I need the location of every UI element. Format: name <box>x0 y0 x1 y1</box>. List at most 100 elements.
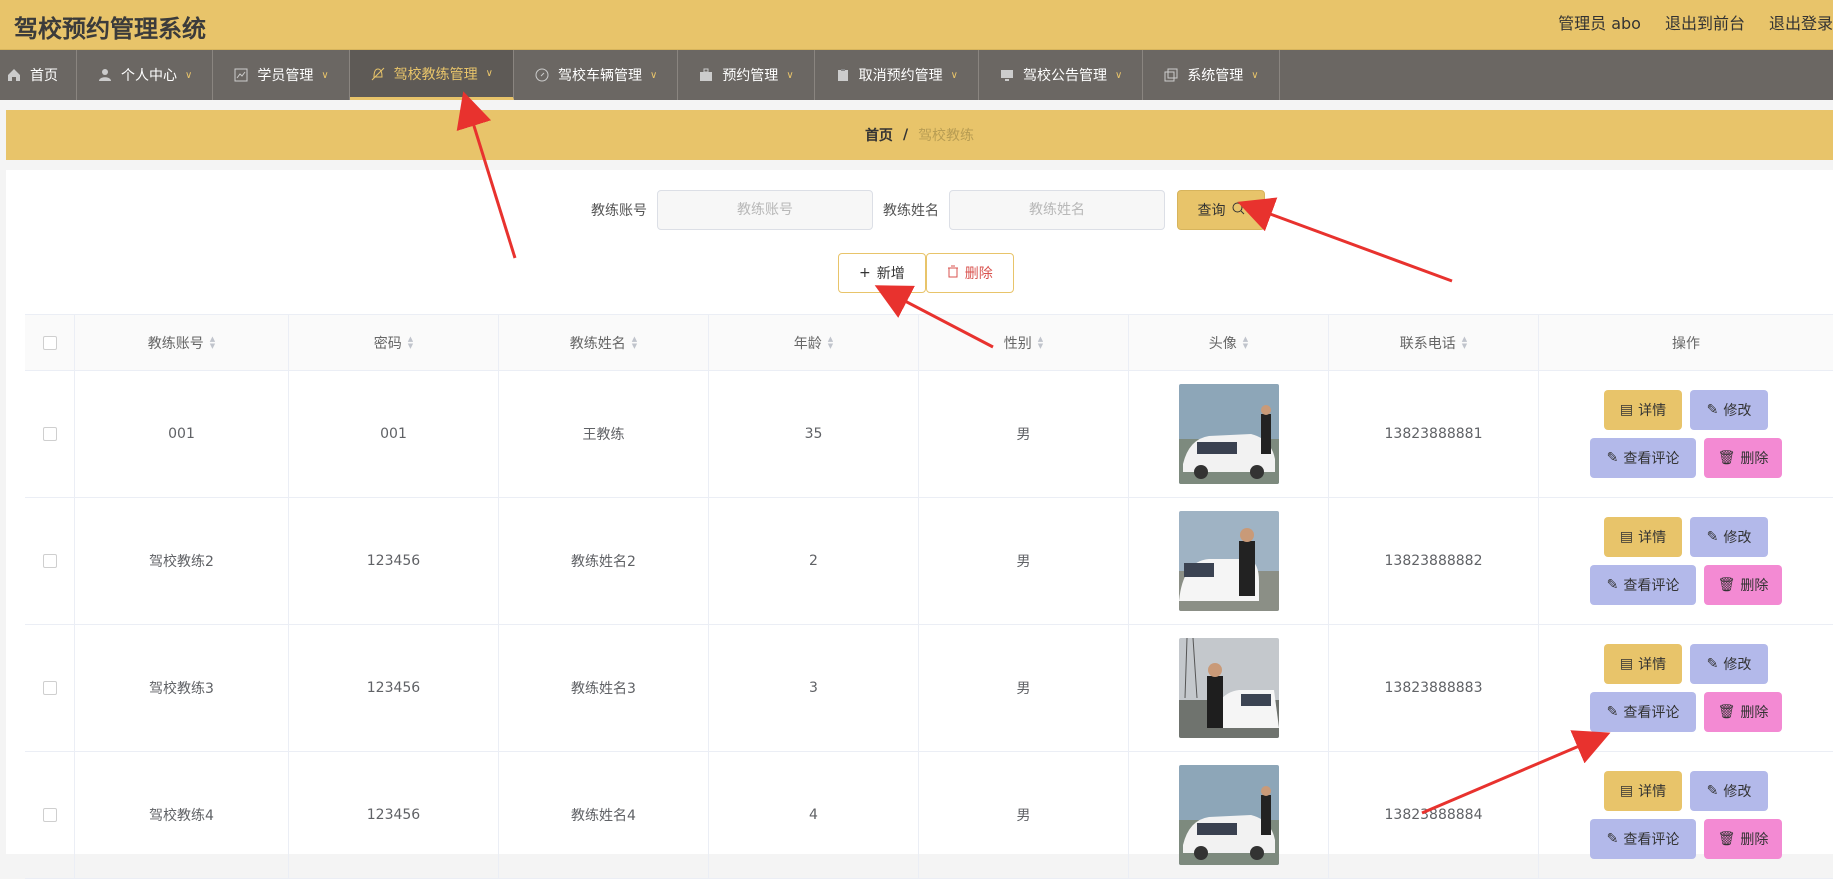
header-phone[interactable]: 联系电话 ▲ ▼ <box>1329 315 1539 370</box>
edit-button[interactable]: ✎ 修改 <box>1690 644 1768 684</box>
coach-avatar-image[interactable] <box>1178 765 1279 865</box>
view-reviews-button[interactable]: ✎ 查看评论 <box>1590 438 1696 478</box>
view-reviews-button[interactable]: ✎ 查看评论 <box>1590 692 1696 732</box>
pencil-icon: ✎ <box>1706 402 1719 418</box>
cell-age: 35 <box>709 371 919 497</box>
row-checkbox[interactable] <box>42 808 57 822</box>
query-button[interactable]: 查询 <box>1177 190 1265 230</box>
sort-icon[interactable]: ▲ ▼ <box>1243 335 1248 350</box>
add-button[interactable]: + 新增 <box>838 253 926 293</box>
cell-gender: 男 <box>919 752 1129 878</box>
nav-home[interactable]: 首页 <box>0 50 77 100</box>
coach-avatar-image[interactable] <box>1178 511 1279 611</box>
table-row: 驾校教练4 123456 教练姓名4 4 男 13823888884 ▤ 详情 ✎… <box>25 752 1833 879</box>
sort-icon[interactable]: ▲ ▼ <box>1038 335 1043 350</box>
cell-phone: 13823888883 <box>1329 625 1539 751</box>
document-icon: ▤ <box>1619 656 1634 672</box>
top-header: 驾校预约管理系统 管理员 abo 退出到前台 退出登录 <box>0 0 1833 50</box>
sort-icon[interactable]: ▲ ▼ <box>210 335 215 350</box>
delete-button[interactable]: 🗑 删除 <box>1704 692 1782 732</box>
view-reviews-button[interactable]: ✎ 查看评论 <box>1590 819 1696 859</box>
main-content: 教练账号 教练姓名 查询 + 新增 删除 教练账号▲▼ 密码▲▼ 教练姓名▲▼ … <box>6 170 1833 879</box>
batch-delete-button[interactable]: 删除 <box>925 253 1014 293</box>
chevron-down-icon: ∨ <box>321 69 329 81</box>
chevron-down-icon: ∨ <box>485 68 493 79</box>
delete-button[interactable]: 🗑 删除 <box>1704 438 1782 478</box>
copy-icon <box>1163 67 1179 83</box>
cell-password: 001 <box>289 371 499 497</box>
chevron-down-icon: ∨ <box>1251 69 1259 81</box>
nav-vehicle-manage[interactable]: 驾校车辆管理 ∨ <box>514 50 679 100</box>
nav-personal-center[interactable]: 个人中心 ∨ <box>77 50 214 100</box>
trash-icon: 🗑 <box>1717 704 1736 720</box>
coach-account-input[interactable] <box>657 190 873 230</box>
coach-table: 教练账号 ▲ ▼ 密码 ▲ ▼ 教练姓名 ▲ ▼ 年龄 ▲ ▼ 性别 ▲ ▼ 头像 ▲ ▼ 联系电话 ▲ ▼… <box>25 314 1833 879</box>
select-all-checkbox[interactable] <box>42 335 57 350</box>
trash-icon: 🗑 <box>1717 577 1736 593</box>
cell-password: 123456 <box>289 752 499 878</box>
nav-cancel-booking-manage-label: 取消预约管理 <box>858 68 943 84</box>
nav-system-manage[interactable]: 系统管理 ∨ <box>1143 50 1280 100</box>
coach-avatar-image[interactable] <box>1178 638 1279 738</box>
nav-cancel-booking-manage[interactable]: 取消预约管理 ∨ <box>815 50 979 100</box>
nav-notice-manage[interactable]: 驾校公告管理 ∨ <box>979 50 1144 100</box>
breadcrumb-home[interactable]: 首页 <box>865 125 893 145</box>
breadcrumb: 首页 / 驾校教练 <box>6 110 1833 160</box>
sort-icon[interactable]: ▲ ▼ <box>408 335 413 350</box>
admin-user-label[interactable]: 管理员 abo <box>1558 10 1641 34</box>
cell-name: 教练姓名4 <box>499 752 709 878</box>
search-icon <box>1232 202 1245 219</box>
nav-coach-manage[interactable]: 驾校教练管理 ∨ <box>349 50 514 100</box>
edit-button[interactable]: ✎ 修改 <box>1690 771 1768 811</box>
header-name[interactable]: 教练姓名 ▲ ▼ <box>499 315 709 370</box>
cell-name: 教练姓名2 <box>499 498 709 624</box>
cell-phone: 13823888882 <box>1329 498 1539 624</box>
cell-gender: 男 <box>919 371 1129 497</box>
cell-gender: 男 <box>919 498 1129 624</box>
header-age[interactable]: 年龄 ▲ ▼ <box>709 315 919 370</box>
detail-button[interactable]: ▤ 详情 <box>1604 771 1682 811</box>
nav-booking-manage-label: 预约管理 <box>722 68 779 84</box>
edit-button[interactable]: ✎ 修改 <box>1690 517 1768 557</box>
pencil-icon: ✎ <box>1706 529 1719 545</box>
plus-icon: + <box>859 265 871 281</box>
detail-button[interactable]: ▤ 详情 <box>1604 644 1682 684</box>
header-gender[interactable]: 性别 ▲ ▼ <box>919 315 1129 370</box>
view-reviews-button[interactable]: ✎ 查看评论 <box>1590 565 1696 605</box>
chevron-down-icon: ∨ <box>786 69 794 81</box>
exit-to-frontend-link[interactable]: 退出到前台 <box>1665 10 1745 34</box>
detail-button[interactable]: ▤ 详情 <box>1604 517 1682 557</box>
chart-icon <box>233 67 249 83</box>
delete-button[interactable]: 🗑 删除 <box>1704 819 1782 859</box>
edit-button[interactable]: ✎ 修改 <box>1690 390 1768 430</box>
document-icon: ▤ <box>1619 402 1634 418</box>
header-password[interactable]: 密码 ▲ ▼ <box>289 315 499 370</box>
coach-avatar-image[interactable] <box>1178 384 1279 484</box>
sort-icon[interactable]: ▲ ▼ <box>828 335 833 350</box>
nav-vehicle-manage-label: 驾校车辆管理 <box>557 68 642 84</box>
cell-phone: 13823888881 <box>1329 371 1539 497</box>
sort-icon[interactable]: ▲ ▼ <box>1462 335 1467 350</box>
add-button-label: 新增 <box>876 266 905 282</box>
header-avatar[interactable]: 头像 ▲ ▼ <box>1129 315 1329 370</box>
nav-student-manage-label: 学员管理 <box>257 68 314 84</box>
cell-age: 2 <box>709 498 919 624</box>
pencil-icon: ✎ <box>1606 450 1619 466</box>
header-account[interactable]: 教练账号 ▲ ▼ <box>75 315 289 370</box>
document-icon: ▤ <box>1619 783 1634 799</box>
logout-link[interactable]: 退出登录 <box>1769 10 1833 34</box>
row-checkbox[interactable] <box>42 427 57 441</box>
detail-button[interactable]: ▤ 详情 <box>1604 390 1682 430</box>
pencil-icon: ✎ <box>1606 704 1619 720</box>
cell-name: 教练姓名3 <box>499 625 709 751</box>
pencil-icon: ✎ <box>1606 831 1619 847</box>
nav-student-manage[interactable]: 学员管理 ∨ <box>213 50 350 100</box>
sort-icon[interactable]: ▲ ▼ <box>632 335 637 350</box>
row-checkbox[interactable] <box>42 681 57 695</box>
row-checkbox[interactable] <box>42 554 57 568</box>
cell-name: 王教练 <box>499 371 709 497</box>
nav-booking-manage[interactable]: 预约管理 ∨ <box>678 50 815 100</box>
delete-button[interactable]: 🗑 删除 <box>1704 565 1782 605</box>
nav-personal-center-label: 个人中心 <box>121 68 177 84</box>
coach-name-input[interactable] <box>949 190 1165 230</box>
